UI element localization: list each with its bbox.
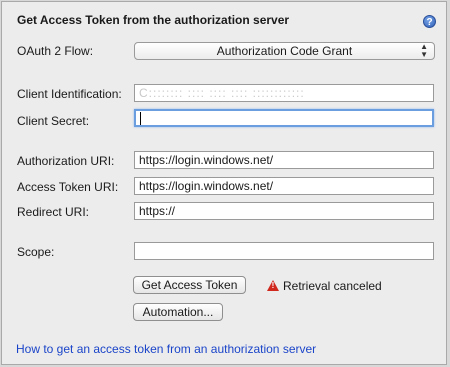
auth-uri-label: Authorization URI: [17,154,115,168]
token-uri-value: https://login.windows.net/ [139,179,274,193]
scope-field[interactable] [134,242,434,260]
dialog-panel: Get Access Token from the authorization … [1,1,447,365]
redirect-uri-value: https:// [139,204,176,218]
get-access-token-button[interactable]: Get Access Token [133,276,246,294]
dialog-title: Get Access Token from the authorization … [17,13,290,27]
client-id-value: C:::::::: :::: :::: :::: :::::::::::: [139,86,305,100]
help-icon[interactable]: ? [423,15,436,28]
oauth-flow-label: OAuth 2 Flow: [17,44,94,58]
client-id-field[interactable]: C:::::::: :::: :::: :::: :::::::::::: [134,84,434,102]
scope-label: Scope: [17,245,55,259]
redirect-uri-field[interactable]: https:// [134,202,434,220]
automation-button[interactable]: Automation... [133,303,223,321]
oauth-flow-select[interactable]: Authorization Code Grant ▲ ▼ [134,42,435,60]
help-link[interactable]: How to get an access token from an autho… [16,342,316,356]
client-secret-field[interactable] [134,109,434,127]
oauth-flow-selected: Authorization Code Grant [216,44,353,58]
token-uri-field[interactable]: https://login.windows.net/ [134,177,434,195]
warning-icon-mark: ! [271,281,275,290]
token-uri-label: Access Token URI: [17,180,119,194]
client-id-label: Client Identification: [17,87,122,101]
chevron-updown-icon: ▲ ▼ [420,42,428,59]
auth-uri-value: https://login.windows.net/ [139,153,274,167]
status-text: Retrieval canceled [283,279,382,293]
redirect-uri-label: Redirect URI: [17,205,90,219]
auth-uri-field[interactable]: https://login.windows.net/ [134,151,434,169]
client-secret-label: Client Secret: [17,114,90,128]
